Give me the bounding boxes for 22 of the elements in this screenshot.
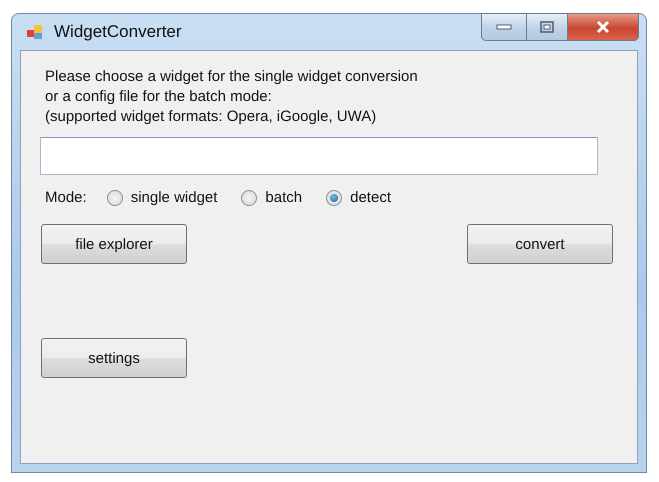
close-icon [595, 20, 611, 34]
radio-label[interactable]: detect [350, 189, 391, 206]
instruction-text: Please choose a widget for the single widget conversion [45, 67, 419, 87]
minimize-icon [496, 24, 512, 30]
radio-label[interactable]: batch [265, 189, 302, 206]
settings-button[interactable]: settings [41, 338, 187, 378]
maximize-icon [540, 21, 554, 33]
maximize-button[interactable] [526, 13, 568, 41]
window-title: WidgetConverter [54, 22, 182, 42]
radio-button[interactable] [326, 190, 342, 206]
mode-label: Mode: [45, 189, 87, 206]
app-icon [26, 23, 44, 41]
convert-button[interactable]: convert [467, 224, 613, 264]
close-button[interactable] [567, 13, 639, 41]
radio-button[interactable] [241, 190, 258, 206]
radio-label[interactable]: single widget [130, 189, 218, 206]
minimize-button[interactable] [481, 13, 527, 41]
radio-button[interactable] [106, 190, 123, 206]
file-explorer-button[interactable]: file explorer [41, 224, 187, 264]
instruction-text: (supported widget formats: Opera, iGoogle, UWA) [45, 107, 378, 127]
path-field[interactable] [40, 137, 598, 175]
instruction-text: or a config file for the batch mode: [45, 87, 273, 107]
